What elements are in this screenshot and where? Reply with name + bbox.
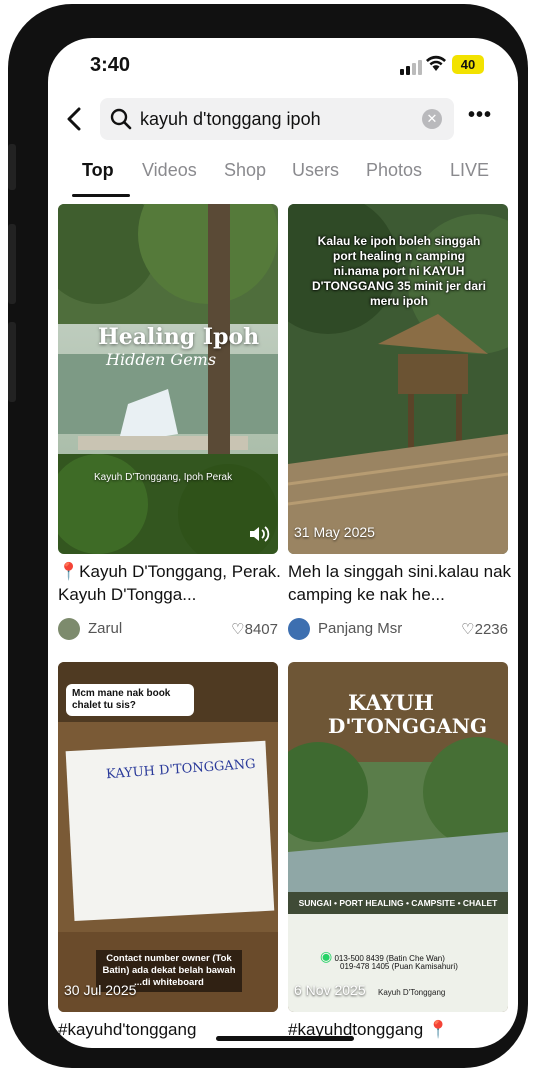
search-input[interactable]: kayuh d'tonggang ipoh ✕ bbox=[100, 98, 454, 140]
reply-comment-bubble: Mcm mane nak book chalet tu sis? bbox=[66, 684, 194, 716]
author-name[interactable]: Zarul bbox=[88, 620, 122, 637]
author-name[interactable]: Panjang Msr bbox=[318, 620, 402, 637]
video-thumbnail[interactable]: Mcm mane nak book chalet tu sis? KAYUH D… bbox=[58, 662, 278, 1012]
volume-up-button bbox=[8, 224, 16, 304]
search-icon bbox=[110, 108, 132, 130]
avatar[interactable] bbox=[58, 618, 80, 640]
tab-users[interactable]: Users bbox=[292, 160, 339, 181]
post-date: 30 Jul 2025 bbox=[64, 982, 137, 998]
heart-icon: ♡ bbox=[231, 621, 245, 638]
location-pin-icon: 📍 bbox=[58, 562, 80, 581]
poster-tags: SUNGAI • PORT HEALING • CAMPSITE • CHALE… bbox=[298, 898, 498, 908]
thumb-caption: Kayuh D'Tonggang, Ipoh Perak bbox=[94, 472, 233, 483]
screen: 3:40 40 kayuh d'tonggang ipoh ✕ ••• Top … bbox=[48, 38, 518, 1048]
mute-switch bbox=[8, 144, 16, 190]
tab-top[interactable]: Top bbox=[82, 160, 114, 181]
post-date: 31 May 2025 bbox=[294, 524, 375, 540]
sound-icon[interactable] bbox=[248, 524, 270, 544]
location-pin-icon: 📍 bbox=[427, 1020, 450, 1039]
whatsapp-icon: ◉ bbox=[320, 948, 333, 964]
poster-title-line1: KAYUH bbox=[348, 690, 434, 715]
avatar[interactable] bbox=[288, 618, 310, 640]
back-arrow-icon[interactable] bbox=[62, 104, 88, 134]
card-meta: Panjang Msr ♡2236 bbox=[288, 616, 508, 642]
video-thumbnail[interactable]: Kalau ke ipoh boleh singgah port healing… bbox=[288, 204, 508, 554]
search-header: kayuh d'tonggang ipoh ✕ ••• bbox=[48, 94, 518, 144]
more-options-icon[interactable]: ••• bbox=[468, 104, 492, 127]
like-count: ♡2236 bbox=[461, 621, 508, 638]
thumb-title: Healing Ipoh bbox=[98, 324, 260, 350]
card-caption: Meh la singgah sini.kalau nak camping ke… bbox=[288, 562, 512, 604]
thumb-script-text: Hidden Gems bbox=[106, 350, 217, 369]
tab-shop[interactable]: Shop bbox=[224, 160, 266, 181]
card-meta: Zarul ♡8407 bbox=[58, 616, 278, 642]
battery-indicator: 40 bbox=[452, 55, 484, 74]
poster-title-line2: D'TONGGANG bbox=[328, 714, 488, 738]
poster-footer: Kayuh D'Tonggang bbox=[378, 988, 446, 997]
signal-icon bbox=[400, 60, 422, 75]
tab-videos[interactable]: Videos bbox=[142, 160, 197, 181]
active-tab-indicator bbox=[72, 194, 130, 197]
wifi-icon bbox=[426, 55, 446, 71]
heart-icon: ♡ bbox=[461, 621, 475, 638]
volume-down-button bbox=[8, 322, 16, 402]
tab-photos[interactable]: Photos bbox=[366, 160, 422, 181]
status-time: 3:40 bbox=[90, 54, 131, 76]
status-bar: 3:40 40 bbox=[48, 38, 518, 92]
thumb-text-overlay: Kalau ke ipoh boleh singgah port healing… bbox=[312, 234, 486, 308]
card-caption: 📍Kayuh D'Tonggang, Perak. Kayuh D'Tongga… bbox=[58, 562, 281, 604]
home-indicator[interactable] bbox=[216, 1036, 354, 1041]
search-query[interactable]: kayuh d'tonggang ipoh bbox=[140, 109, 321, 130]
video-thumbnail[interactable]: Healing Ipoh Hidden Gems Kayuh D'Tonggan… bbox=[58, 204, 278, 554]
results-tabs: Top Videos Shop Users Photos LIVE bbox=[48, 158, 518, 198]
whatsapp-contact-2: 019-478 1405 (Puan Kamisahuri) bbox=[340, 962, 458, 971]
like-count: ♡8407 bbox=[231, 621, 278, 638]
post-date: 6 Nov 2025 bbox=[294, 982, 366, 998]
tab-live[interactable]: LIVE bbox=[450, 160, 489, 181]
waterfall-scene-image bbox=[58, 204, 278, 554]
phone-frame: 3:40 40 kayuh d'tonggang ipoh ✕ ••• Top … bbox=[8, 4, 528, 1068]
video-thumbnail[interactable]: KAYUH D'TONGGANG SUNGAI • PORT HEALING •… bbox=[288, 662, 508, 1012]
clear-search-icon[interactable]: ✕ bbox=[422, 109, 442, 129]
